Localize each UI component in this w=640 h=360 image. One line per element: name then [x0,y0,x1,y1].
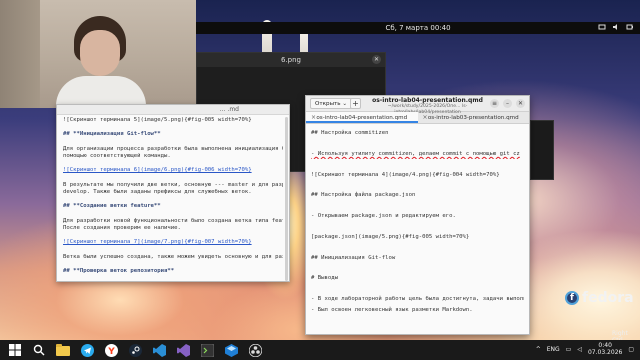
window-controls: ≡ – ✕ [490,99,525,108]
taskbar-date: 07.03.2026 [587,349,623,356]
image-viewer-title: 6.png [197,53,385,67]
tab-lab04[interactable]: × os-intro-lab04-presentation.qmd [306,112,418,123]
editor-line: Для организации процесса разработки была… [63,145,283,152]
gedit-line [311,222,524,232]
windows-taskbar: Y ^ ENG ▭ ◁ 0:40 07.03.2026 ▢ [0,340,640,360]
tab-label: os-intro-lab04-presentation.qmd [316,115,408,121]
fedora-icon: f [565,291,579,305]
editor-line: После создания проверим ее наличие. [63,224,181,231]
chevron-down-icon: ⌄ [342,101,348,107]
gedit-line: ## Настройка файла package.json [311,192,416,199]
editor-line: develop. Также были заданы префиксы для … [63,188,252,195]
fedora-wordmark: fedora [582,290,634,306]
editor-line: ![Скриншот терминала 5](image/5.png){#fi… [63,117,252,123]
gedit-line: ## Настройка commitizen [311,130,389,136]
virtualbox-icon[interactable] [224,343,238,357]
gedit-line [311,242,524,252]
obs-icon[interactable] [248,343,262,357]
new-document-icon[interactable]: + [350,98,361,109]
minimize-icon[interactable]: – [503,99,512,108]
terminal-icon[interactable] [200,343,214,357]
telegram-icon[interactable] [80,343,94,357]
gedit-line: ![Скриншот терминала 4](image/4.png){#fi… [311,171,500,178]
language-indicator[interactable]: ENG [547,346,560,353]
gedit-line [311,284,524,294]
gedit-line [311,180,524,190]
editor-tab-label[interactable]: ... .md [220,106,239,113]
editor-line: ## **Инициализация Git-flow** [63,131,161,138]
editor-line: В результате мы получили две ветки, осно… [63,181,283,188]
editor-line: ![Скриншот терминала 7](image/7.png){#fi… [63,239,252,246]
visual-studio-icon[interactable] [176,343,190,357]
editor-scrollbar[interactable] [285,117,288,281]
taskbar-time: 0:40 [598,342,612,349]
system-tray[interactable] [598,23,634,31]
gnome-top-bar: Сб, 7 марта 00:40 [196,22,640,34]
open-button[interactable]: Открыть ⌄ [310,98,353,109]
gedit-line [311,138,524,148]
markdown-editor-window[interactable]: ... .md ![Скриншот терминала 5](image/5.… [56,104,290,282]
gedit-header-bar: Открыть ⌄ + os-intro-lab04-presentation.… [306,96,529,115]
editor-line: помощью соответствующей команды. [63,152,171,159]
close-icon[interactable]: ✕ [372,55,381,64]
tab-lab03[interactable]: × os-intro-lab03-presentation.qmd [418,112,530,123]
windows-start-icon[interactable] [8,343,22,357]
webcam-overlay [0,0,196,108]
volume-icon[interactable]: ◁ [577,346,582,353]
editor-line: ## **Создание ветки feature** [63,203,161,210]
fedora-logo: f fedora [565,290,634,306]
gedit-line [311,263,524,273]
gedit-line [311,159,524,169]
taskbar-clock[interactable]: 0:40 07.03.2026 [588,342,622,356]
chevron-up-icon[interactable]: ^ [536,346,541,353]
editor-text-area[interactable]: ![Скриншот терминала 5](image/5.png){#fi… [57,115,289,277]
close-tab-icon[interactable]: × [311,112,316,124]
svg-text:Y: Y [107,347,115,357]
battery-icon [626,24,633,30]
vscode-icon[interactable] [152,343,166,357]
document-title: os-intro-lab04-presentation.qmd [372,97,483,104]
network-icon[interactable]: ▭ [566,346,572,353]
close-icon[interactable]: ✕ [516,99,525,108]
close-tab-icon[interactable]: × [423,112,428,124]
notifications-icon[interactable]: ▢ [628,346,634,353]
taskbar-tray: ^ ENG ▭ ◁ 0:40 07.03.2026 ▢ [536,342,634,356]
search-icon[interactable] [32,343,46,357]
gedit-line: - В ходе лабораторной работы цель была д… [311,296,524,303]
open-button-label: Открыть [315,101,341,107]
editor-tab-bar: ... .md [57,105,289,115]
gedit-line: [package.json](image/5.png){#fig-005 wid… [311,233,470,240]
gedit-text-area[interactable]: ## Настройка commitizen - Используя утил… [306,124,529,319]
gedit-line: - Был освоен легковесный язык разметки M… [311,306,473,313]
volume-icon [613,24,617,30]
gedit-line: ## Инициализация Git-flow [311,254,396,261]
steam-icon[interactable] [128,343,142,357]
network-icon [598,24,606,30]
editor-line: Ветка были успешно создана, также можем … [63,253,283,260]
terminal-window-fragment [530,120,554,180]
gedit-line [311,201,524,211]
yandex-browser-icon[interactable]: Y [104,343,118,357]
editor-line: Для разработки новой функциональности бы… [63,217,283,224]
gedit-tabs: × os-intro-lab04-presentation.qmd × os-int… [306,112,529,124]
editor-line: ![Скриншот терминала 6](image/6.png){#fi… [63,167,252,174]
menu-icon[interactable]: ≡ [490,99,499,108]
gedit-line: - Открываем package.json и редактируем е… [311,213,456,220]
gedit-line: # Выводы [311,275,338,282]
file-explorer-icon[interactable] [56,343,70,357]
tab-label: os-intro-lab03-presentation.qmd [427,115,519,121]
top-bar-clock[interactable]: Сб, 7 марта 00:40 [196,24,640,32]
gedit-window[interactable]: Открыть ⌄ + os-intro-lab04-presentation.… [305,95,530,335]
gedit-line: - Используя утилиту commitizen, делаем c… [311,150,520,157]
editor-line: ## **Проверка веток репозитория** [63,267,175,274]
